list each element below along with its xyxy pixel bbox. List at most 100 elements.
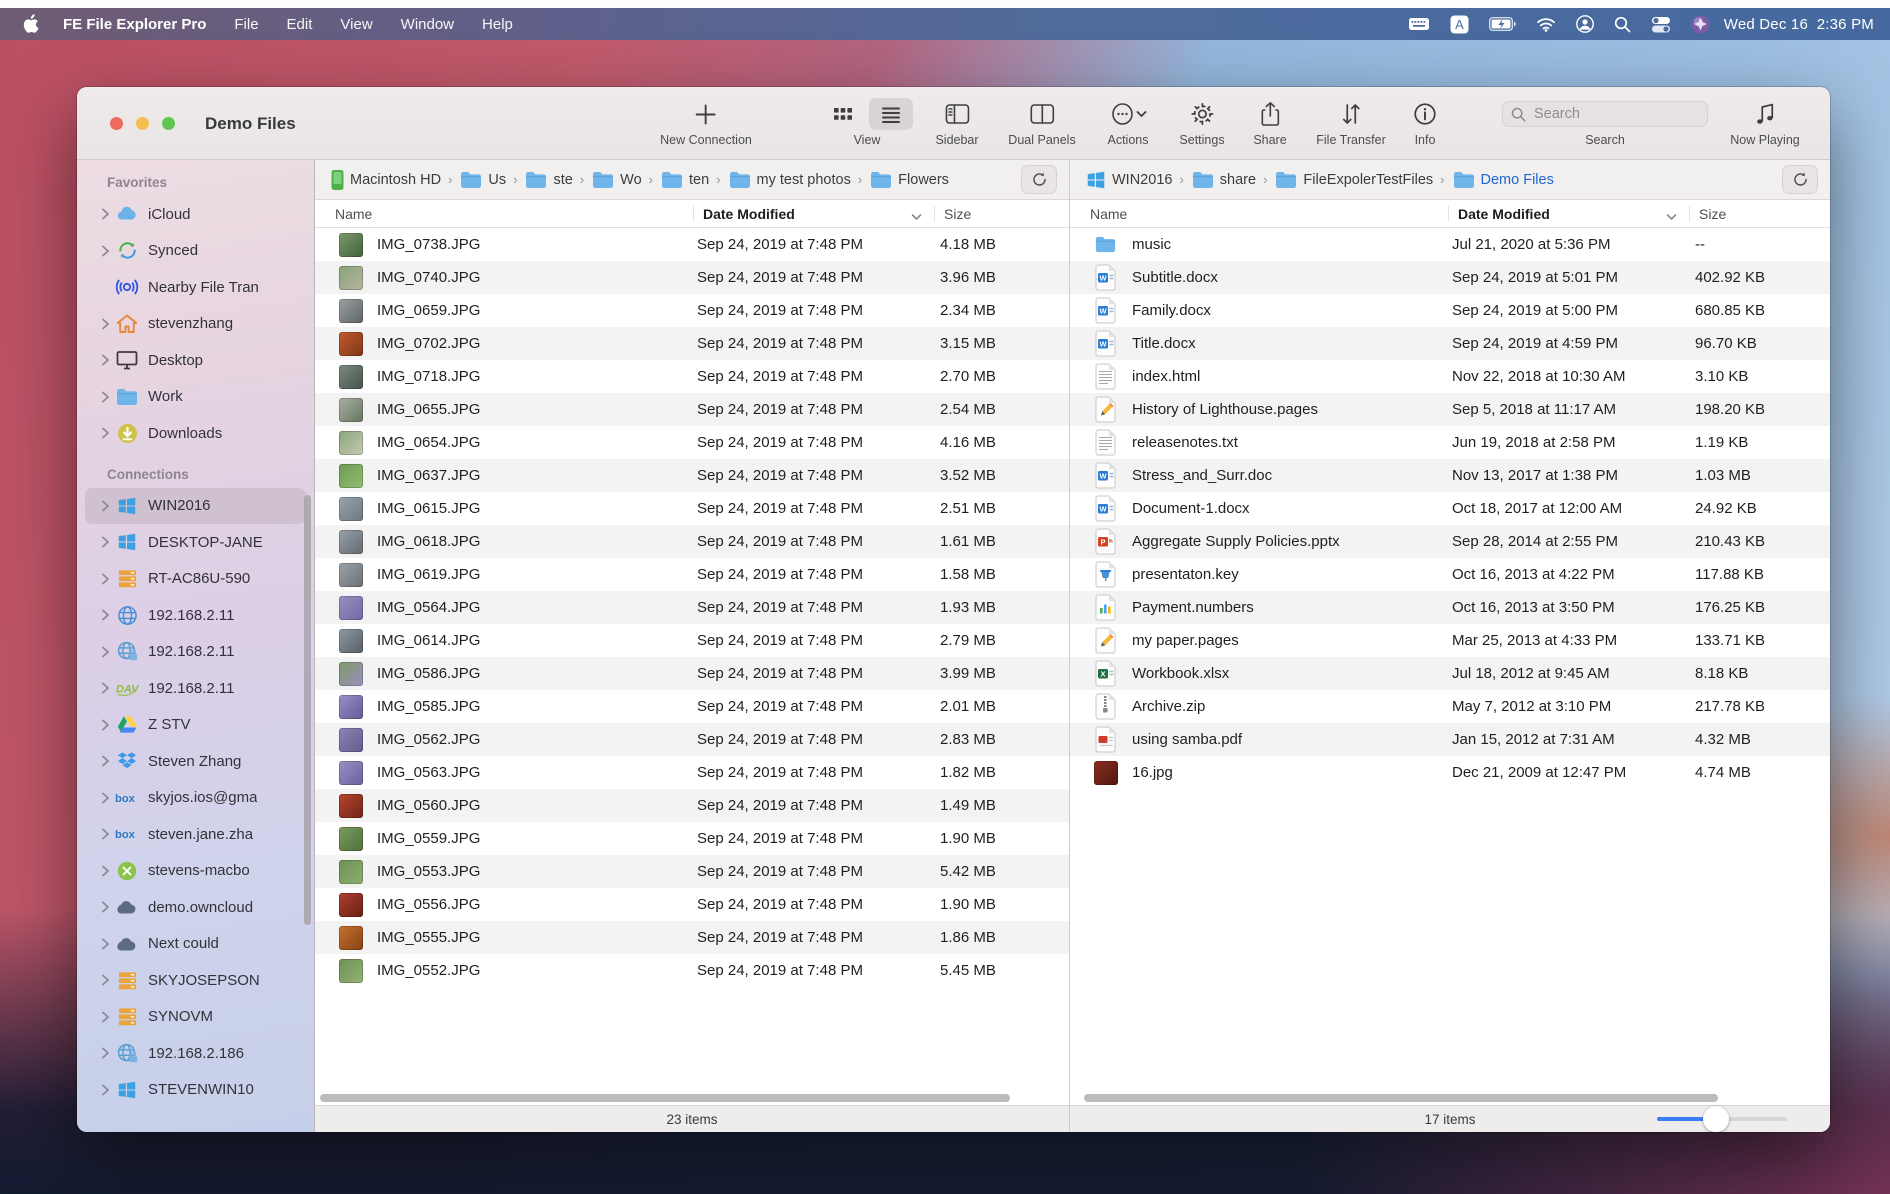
toolbar-transfer-button[interactable]: File Transfer [1316, 96, 1385, 147]
table-row[interactable]: IMG_0564.JPG Sep 24, 2019 at 7:48 PM 1.9… [315, 591, 1069, 624]
disclosure-chevron-icon[interactable] [97, 828, 113, 840]
table-row[interactable]: IMG_0615.JPG Sep 24, 2019 at 7:48 PM 2.5… [315, 492, 1069, 525]
sidebar-item-nearby-file-tran[interactable]: Nearby File Tran [85, 269, 306, 306]
disclosure-chevron-icon[interactable] [97, 646, 113, 658]
sidebar-item-192-168-2-186[interactable]: 192.168.2.186 [85, 1035, 306, 1072]
column-header-name[interactable]: Name [1090, 206, 1448, 222]
breadcrumb-segment[interactable]: Us [459, 170, 506, 190]
disclosure-chevron-icon[interactable] [97, 536, 113, 548]
table-row[interactable]: IMG_0702.JPG Sep 24, 2019 at 7:48 PM 3.1… [315, 327, 1069, 360]
disclosure-chevron-icon[interactable] [97, 682, 113, 694]
column-header-date-modified[interactable]: Date Modified [1448, 206, 1689, 222]
sidebar-item-stevenzhang[interactable]: stevenzhang [85, 306, 306, 343]
table-row[interactable]: IMG_0637.JPG Sep 24, 2019 at 7:48 PM 3.5… [315, 459, 1069, 492]
toolbar-info-button[interactable]: Info [1412, 96, 1438, 147]
sidebar-item-demo-owncloud[interactable]: demo.owncloud [85, 889, 306, 926]
sidebar-item-synovm[interactable]: SYNOVM [85, 999, 306, 1036]
disclosure-chevron-icon[interactable] [97, 427, 113, 439]
zoom-slider[interactable] [1657, 1117, 1787, 1121]
table-row[interactable]: IMG_0585.JPG Sep 24, 2019 at 7:48 PM 2.0… [315, 690, 1069, 723]
horizontal-scrollbar[interactable] [320, 1094, 1010, 1102]
sidebar-item-steven-jane-zha[interactable]: box steven.jane.zha [85, 816, 306, 853]
toolbar-settings-button[interactable]: Settings [1179, 96, 1224, 147]
sidebar-item-win2016[interactable]: WIN2016 [85, 488, 306, 525]
sidebar-item-desktop[interactable]: Desktop [85, 342, 306, 379]
disclosure-chevron-icon[interactable] [97, 318, 113, 330]
disclosure-chevron-icon[interactable] [97, 865, 113, 877]
table-row[interactable]: P Aggregate Supply Policies.pptx Sep 28,… [1070, 525, 1830, 558]
disclosure-chevron-icon[interactable] [97, 354, 113, 366]
wifi-icon[interactable] [1536, 17, 1556, 32]
toolbar-view-button[interactable]: View [821, 96, 913, 147]
breadcrumb-segment[interactable]: Flowers [869, 170, 949, 190]
sidebar-item-z-stv[interactable]: Z STV [85, 707, 306, 744]
disclosure-chevron-icon[interactable] [97, 245, 113, 257]
table-row[interactable]: IMG_0560.JPG Sep 24, 2019 at 7:48 PM 1.4… [315, 789, 1069, 822]
table-row[interactable]: Archive.zip May 7, 2012 at 3:10 PM 217.7… [1070, 690, 1830, 723]
input-source-icon[interactable]: A [1450, 15, 1469, 34]
disclosure-chevron-icon[interactable] [97, 938, 113, 950]
table-row[interactable]: IMG_0619.JPG Sep 24, 2019 at 7:48 PM 1.5… [315, 558, 1069, 591]
control-center-icon[interactable] [1651, 16, 1671, 33]
user-icon[interactable] [1576, 15, 1594, 33]
sidebar-item-desktop-jane[interactable]: DESKTOP-JANE [85, 524, 306, 561]
sidebar-item-192-168-2-11[interactable]: DAV 192.168.2.11 [85, 670, 306, 707]
table-row[interactable]: IMG_0618.JPG Sep 24, 2019 at 7:48 PM 1.6… [315, 525, 1069, 558]
column-header-size[interactable]: Size [1689, 206, 1830, 222]
table-row[interactable]: Payment.numbers Oct 16, 2013 at 3:50 PM … [1070, 591, 1830, 624]
sidebar-item-rt-ac86u-590[interactable]: RT-AC86U-590 [85, 561, 306, 598]
disclosure-chevron-icon[interactable] [97, 1047, 113, 1059]
table-row[interactable]: W Title.docx Sep 24, 2019 at 4:59 PM 96.… [1070, 327, 1830, 360]
toolbar-nowplaying-button[interactable]: Now Playing [1730, 96, 1799, 147]
table-row[interactable]: releasenotes.txt Jun 19, 2018 at 2:58 PM… [1070, 426, 1830, 459]
table-row[interactable]: IMG_0562.JPG Sep 24, 2019 at 7:48 PM 2.8… [315, 723, 1069, 756]
breadcrumb-segment[interactable]: Macintosh HD [330, 169, 441, 191]
sidebar-item-192-168-2-11[interactable]: 192.168.2.11 [85, 634, 306, 671]
column-header-size[interactable]: Size [934, 206, 1069, 222]
search-input-box[interactable] [1502, 101, 1708, 127]
app-sphere-icon[interactable] [1691, 15, 1710, 34]
menubar-menu-file[interactable]: File [234, 16, 258, 33]
table-row[interactable]: IMG_0740.JPG Sep 24, 2019 at 7:48 PM 3.9… [315, 261, 1069, 294]
zoom-button[interactable] [162, 117, 175, 130]
breadcrumb-segment[interactable]: Demo Files [1452, 170, 1554, 190]
table-row[interactable]: IMG_0553.JPG Sep 24, 2019 at 7:48 PM 5.4… [315, 855, 1069, 888]
table-row[interactable]: IMG_0552.JPG Sep 24, 2019 at 7:48 PM 5.4… [315, 954, 1069, 987]
toolbar-share-button[interactable]: Share [1253, 96, 1286, 147]
table-row[interactable]: W Subtitle.docx Sep 24, 2019 at 5:01 PM … [1070, 261, 1830, 294]
sidebar-item-stevens-macbo[interactable]: stevens-macbo [85, 853, 306, 890]
sidebar-scrollbar[interactable] [304, 495, 311, 925]
toolbar-actions-button[interactable]: Actions [1108, 96, 1149, 147]
disclosure-chevron-icon[interactable] [97, 609, 113, 621]
table-row[interactable]: IMG_0654.JPG Sep 24, 2019 at 7:48 PM 4.1… [315, 426, 1069, 459]
sidebar-item-skyjosepson[interactable]: SKYJOSEPSON [85, 962, 306, 999]
horizontal-scrollbar[interactable] [1084, 1094, 1718, 1102]
sidebar-item-icloud[interactable]: iCloud [85, 196, 306, 233]
sidebar-item-192-168-2-11[interactable]: 192.168.2.11 [85, 597, 306, 634]
breadcrumb-segment[interactable]: my test photos [728, 170, 851, 190]
sidebar-item-stevenwin10[interactable]: STEVENWIN10 [85, 1072, 306, 1109]
apple-menu-icon[interactable] [22, 14, 39, 34]
breadcrumb-segment[interactable]: ten [660, 170, 709, 190]
disclosure-chevron-icon[interactable] [97, 500, 113, 512]
table-row[interactable]: IMG_0563.JPG Sep 24, 2019 at 7:48 PM 1.8… [315, 756, 1069, 789]
disclosure-chevron-icon[interactable] [97, 974, 113, 986]
table-row[interactable]: IMG_0659.JPG Sep 24, 2019 at 7:48 PM 2.3… [315, 294, 1069, 327]
table-row[interactable]: my paper.pages Mar 25, 2013 at 4:33 PM 1… [1070, 624, 1830, 657]
disclosure-chevron-icon[interactable] [97, 1084, 113, 1096]
breadcrumb-segment[interactable]: share [1191, 170, 1256, 190]
table-row[interactable]: IMG_0586.JPG Sep 24, 2019 at 7:48 PM 3.9… [315, 657, 1069, 690]
grid-view-icon[interactable] [821, 98, 865, 130]
sidebar-item-skyjos-ios-gma[interactable]: box skyjos.ios@gma [85, 780, 306, 817]
sidebar-item-synced[interactable]: Synced [85, 233, 306, 270]
table-row[interactable]: W Document-1.docx Oct 18, 2017 at 12:00 … [1070, 492, 1830, 525]
table-row[interactable]: IMG_0738.JPG Sep 24, 2019 at 7:48 PM 4.1… [315, 228, 1069, 261]
table-row[interactable]: W Stress_and_Surr.doc Nov 13, 2017 at 1:… [1070, 459, 1830, 492]
search-input[interactable] [1532, 105, 1686, 123]
menubar-clock[interactable]: Wed Dec 16 2:36 PM [1724, 16, 1874, 33]
disclosure-chevron-icon[interactable] [97, 208, 113, 220]
sidebar-item-downloads[interactable]: Downloads [85, 415, 306, 452]
menubar-menu-help[interactable]: Help [482, 16, 513, 33]
sidebar-item-steven-zhang[interactable]: Steven Zhang [85, 743, 306, 780]
breadcrumb-segment[interactable]: Wo [591, 170, 642, 190]
